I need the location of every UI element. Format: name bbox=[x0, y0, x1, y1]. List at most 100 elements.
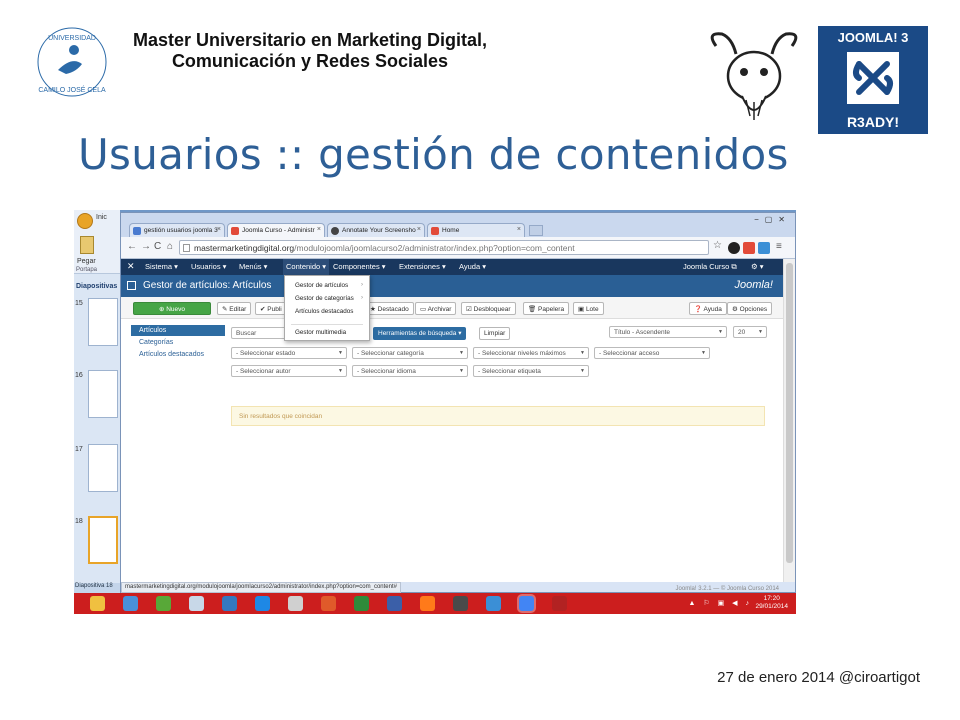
tab-label: Home bbox=[442, 227, 460, 234]
filter-label: - Seleccionar categoría bbox=[357, 350, 424, 357]
dropdown-item-category-manager[interactable]: Gestor de categorías bbox=[295, 295, 354, 302]
taskbar-app-icon[interactable] bbox=[90, 596, 105, 611]
edit-button[interactable]: ✎ Editar bbox=[217, 302, 252, 315]
taskbar-app-icon[interactable] bbox=[420, 596, 435, 611]
settings-menu-icon[interactable]: ⚙ ▾ bbox=[751, 262, 764, 271]
browser-tab-active[interactable]: Joomla Curso - Administr × bbox=[227, 223, 325, 237]
ppt-tab-inicio[interactable]: Inic bbox=[96, 214, 107, 221]
taskbar-app-icon[interactable] bbox=[486, 596, 501, 611]
joomla-menu-icon[interactable]: ✕ bbox=[127, 261, 135, 272]
menu-usuarios[interactable]: Usuarios ▾ bbox=[191, 262, 226, 271]
slide-thumbnail[interactable] bbox=[88, 370, 118, 418]
menu-icon[interactable]: ≡ bbox=[776, 241, 782, 252]
contenido-dropdown-menu: Gestor de artículos › Gestor de categorí… bbox=[284, 275, 370, 341]
link-status-url: mastermarketingdigital.org/modulojoomla/… bbox=[121, 582, 401, 593]
gnu-head-logo bbox=[710, 32, 798, 120]
close-tab-icon[interactable]: × bbox=[417, 226, 421, 233]
close-tab-icon[interactable]: × bbox=[217, 226, 221, 233]
home-icon[interactable]: ⌂ bbox=[167, 241, 173, 252]
sort-select[interactable]: Título - Ascendente ▼ bbox=[609, 326, 727, 338]
slide-thumbnail-selected[interactable] bbox=[88, 516, 118, 564]
dropdown-item-article-manager[interactable]: Gestor de artículos bbox=[295, 282, 348, 289]
reload-icon[interactable]: C bbox=[154, 241, 161, 252]
extension-icon[interactable] bbox=[743, 242, 755, 254]
extension-icon[interactable] bbox=[758, 242, 770, 254]
publish-button[interactable]: ✔ Publi bbox=[255, 302, 287, 315]
joomla-footer: Joomla! 3.2.1 — © Joomla Curso 2014 bbox=[675, 586, 779, 592]
taskbar-app-icon[interactable] bbox=[255, 596, 270, 611]
sidebar-item-destacados[interactable]: Artículos destacados bbox=[131, 349, 225, 360]
checkin-button[interactable]: ☑ Desbloquear bbox=[461, 302, 516, 315]
url-domain: mastermarketingdigital.org bbox=[194, 243, 295, 253]
menu-ayuda[interactable]: Ayuda ▾ bbox=[459, 262, 486, 271]
menu-componentes[interactable]: Componentes ▾ bbox=[333, 262, 386, 271]
forward-icon[interactable]: → bbox=[141, 241, 151, 252]
taskbar-app-icon[interactable] bbox=[453, 596, 468, 611]
url-field[interactable]: mastermarketingdigital.org/modulojoomla/… bbox=[179, 240, 709, 255]
scrollbar-thumb[interactable] bbox=[786, 263, 793, 563]
joomla3-ready-badge: JOOMLA! 3 R3ADY! bbox=[818, 26, 928, 134]
filter-level[interactable]: - Seleccionar niveles máximos ▼ bbox=[473, 347, 589, 359]
taskbar-app-icon[interactable] bbox=[288, 596, 303, 611]
paste-icon[interactable] bbox=[80, 236, 94, 254]
filter-author[interactable]: - Seleccionar autor ▼ bbox=[231, 365, 347, 377]
browser-tab[interactable]: Home × bbox=[427, 223, 525, 237]
sidebar-item-articulos[interactable]: Artículos bbox=[131, 325, 225, 336]
close-tab-icon[interactable]: × bbox=[517, 226, 521, 233]
search-tools-button[interactable]: Herramientas de búsqueda ▾ bbox=[373, 327, 467, 340]
slide-thumbnail[interactable] bbox=[88, 444, 118, 492]
archive-button[interactable]: ▭ Archivar bbox=[415, 302, 457, 315]
page-icon bbox=[183, 244, 190, 252]
bookmark-star-icon[interactable]: ☆ bbox=[713, 240, 722, 251]
slide-thumbnail[interactable] bbox=[88, 298, 118, 346]
taskbar-app-icon[interactable] bbox=[321, 596, 336, 611]
taskbar-app-icon[interactable] bbox=[222, 596, 237, 611]
filter-language[interactable]: - Seleccionar idioma ▼ bbox=[352, 365, 468, 377]
taskbar-app-icon[interactable] bbox=[354, 596, 369, 611]
menu-menus[interactable]: Menús ▾ bbox=[239, 262, 267, 271]
chevron-down-icon: ▼ bbox=[459, 350, 464, 356]
taskbar-app-icon[interactable] bbox=[156, 596, 171, 611]
batch-button[interactable]: ▣ Lote bbox=[573, 302, 604, 315]
featured-button[interactable]: ★ Destacado bbox=[365, 302, 414, 315]
joomla-favicon-icon bbox=[231, 227, 239, 235]
menu-extensiones[interactable]: Extensiones ▾ bbox=[399, 262, 446, 271]
filter-label: - Seleccionar estado bbox=[236, 350, 296, 357]
limit-select[interactable]: 20 ▼ bbox=[733, 326, 767, 338]
new-button[interactable]: ⊕ Nuevo bbox=[133, 302, 211, 315]
menu-contenido[interactable]: Contenido ▾ bbox=[283, 259, 330, 275]
menu-sistema[interactable]: Sistema ▾ bbox=[145, 262, 178, 271]
office-orb-icon[interactable] bbox=[77, 213, 93, 229]
articles-icon bbox=[127, 281, 136, 290]
filter-state[interactable]: - Seleccionar estado ▼ bbox=[231, 347, 347, 359]
trash-button[interactable]: 🗑 Papelera bbox=[523, 302, 570, 315]
taskbar-app-icon[interactable] bbox=[387, 596, 402, 611]
close-tab-icon[interactable]: × bbox=[317, 226, 321, 233]
taskbar-app-icon[interactable] bbox=[519, 596, 534, 611]
clock[interactable]: 17:20 29/01/2014 bbox=[755, 595, 788, 611]
new-tab-button[interactable] bbox=[529, 225, 543, 236]
filter-category[interactable]: - Seleccionar categoría ▼ bbox=[352, 347, 468, 359]
taskbar-app-icon[interactable] bbox=[189, 596, 204, 611]
browser-tab[interactable]: gestión usuarios joomla 3 × bbox=[129, 223, 225, 237]
screenshot: Inic Pegar Portapa Diapositivas 15 16 17… bbox=[74, 210, 796, 614]
extension-icon[interactable] bbox=[728, 242, 740, 254]
dropdown-item-featured[interactable]: Artículos destacados bbox=[295, 308, 353, 315]
taskbar-app-icon[interactable] bbox=[123, 596, 138, 611]
system-tray[interactable]: ▲ ⚐ ▣ ◀ ♪ bbox=[689, 599, 752, 607]
filter-tag[interactable]: - Seleccionar etiqueta ▼ bbox=[473, 365, 589, 377]
filter-access[interactable]: - Seleccionar acceso ▼ bbox=[594, 347, 710, 359]
help-button[interactable]: ❓ Ayuda bbox=[689, 302, 727, 315]
dropdown-item-media-manager[interactable]: Gestor multimedia bbox=[295, 329, 346, 336]
back-icon[interactable]: ← bbox=[127, 241, 137, 252]
site-link[interactable]: Joomla Curso ⧉ bbox=[683, 262, 737, 272]
page-scrollbar[interactable] bbox=[783, 259, 795, 582]
dropdown-divider bbox=[291, 324, 363, 325]
window-controls[interactable]: −▢✕ bbox=[754, 215, 791, 224]
clear-button[interactable]: Limpiar bbox=[479, 327, 511, 340]
options-button[interactable]: ⚙ Opciones bbox=[727, 302, 773, 315]
taskbar-app-icon[interactable] bbox=[552, 596, 567, 611]
sidebar-item-categorias[interactable]: Categorías bbox=[131, 337, 225, 348]
slide-number: 18 bbox=[75, 518, 83, 525]
browser-tab[interactable]: Annotate Your Screensho × bbox=[327, 223, 425, 237]
